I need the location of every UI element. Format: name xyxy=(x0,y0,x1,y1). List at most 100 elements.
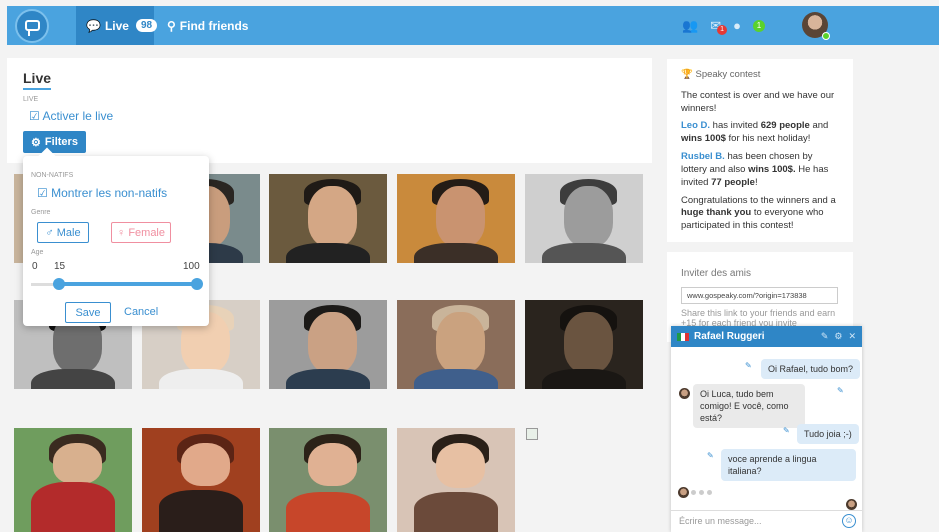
user-photo[interactable] xyxy=(142,428,260,532)
live-title: Live xyxy=(23,70,52,90)
search-icon: ⚲ xyxy=(167,18,176,33)
nav-live-tab[interactable]: 💬 Live 98 xyxy=(76,6,158,45)
globe-icon[interactable]: ● xyxy=(733,18,741,33)
filters-popup: NON-NATIFS ☑ Montrer les non-natifs Genr… xyxy=(23,147,209,326)
nav-find-friends[interactable]: ⚲ Find friends xyxy=(167,6,248,45)
chat-message-input[interactable]: Écrire un message... ☺ xyxy=(671,510,862,532)
mail-badge: 1 xyxy=(717,24,728,35)
top-icons: 👥 ✉ 1 ● 1 xyxy=(682,6,765,45)
close-icon[interactable]: ✕ xyxy=(848,331,856,342)
emoji-icon[interactable]: ☺ xyxy=(842,514,856,528)
winner-1-link[interactable]: Leo D. xyxy=(681,120,710,131)
chat-window: Rafael Ruggeri ✎ ⚙ ✕ ✎ Oi Rafael, tudo b… xyxy=(671,326,862,532)
user-photo[interactable] xyxy=(525,174,643,263)
winner-1-text: Leo D. has invited 629 people and wins 1… xyxy=(681,120,839,146)
friends-icon[interactable]: 👥 xyxy=(682,18,698,34)
male-label: Male xyxy=(56,226,81,239)
winner-2-link[interactable]: Rusbel B. xyxy=(681,151,725,162)
female-label: Female xyxy=(128,226,165,239)
show-non-natives-checkbox[interactable]: ☑ Montrer les non-natifs xyxy=(37,186,167,200)
chat-message: voce aprende a lingua italiana? xyxy=(721,449,856,482)
translate-pencil-icon[interactable]: ✎ xyxy=(745,361,752,370)
mail-icon[interactable]: ✉ 1 xyxy=(710,18,728,35)
live-panel: Live LIVE ☑ Activer le live ⚙ Filters xyxy=(7,58,652,163)
find-friends-label: Find friends xyxy=(179,18,249,33)
bold-text: wins 100$ xyxy=(681,133,726,145)
italy-flag-icon xyxy=(677,332,689,341)
contest-intro: The contest is over and we have our winn… xyxy=(681,89,835,114)
text: Congratulations to the winners and a xyxy=(681,194,836,206)
chat-contact-name: Rafael Ruggeri xyxy=(694,331,765,342)
invite-share-text: Share this link to your friends and earn… xyxy=(681,308,836,328)
broken-image-icon xyxy=(526,428,538,440)
translate-pencil-icon[interactable]: ✎ xyxy=(707,451,714,460)
live-section-label: LIVE xyxy=(23,96,39,103)
contest-panel: 🏆 Speaky contest The contest is over and… xyxy=(667,59,853,242)
age-min-value: 15 xyxy=(54,261,66,272)
typing-indicator xyxy=(691,490,712,495)
user-photo[interactable] xyxy=(269,174,387,263)
contact-avatar xyxy=(679,388,690,399)
filters-button[interactable]: ⚙ Filters xyxy=(23,131,86,153)
user-photo[interactable] xyxy=(397,174,515,263)
female-symbol-icon: ♀ xyxy=(117,226,129,239)
contest-title: 🏆 Speaky contest xyxy=(681,69,839,82)
chat-message: Oi Luca, tudo bem comigo! E você, como e… xyxy=(693,384,805,429)
chat-bubbles-icon: 💬 xyxy=(86,18,101,33)
bold-text: 629 people xyxy=(760,120,810,132)
trophy-icon: 🏆 xyxy=(681,69,693,80)
text: ! xyxy=(754,176,758,188)
non-natives-section-label: NON-NATIFS xyxy=(31,172,74,179)
chat-message: Oi Rafael, tudo bom? xyxy=(761,359,861,380)
female-button[interactable]: ♀ Female xyxy=(111,222,171,243)
speaky-logo-icon[interactable] xyxy=(15,9,49,43)
filters-label: Filters xyxy=(44,136,78,148)
green-badge[interactable]: 1 xyxy=(752,19,765,32)
text: for his next holiday! xyxy=(725,133,811,145)
invite-url-field[interactable]: www.gospeaky.com/?origin=173838 xyxy=(681,287,838,304)
top-bar: 💬 Live 98 ⚲ Find friends 👥 ✉ 1 ● 1 xyxy=(7,6,939,45)
chat-header[interactable]: Rafael Ruggeri ✎ ⚙ ✕ xyxy=(671,326,862,347)
bold-text: wins 100$. xyxy=(748,163,796,175)
user-photo[interactable] xyxy=(269,428,387,532)
user-photo[interactable] xyxy=(14,428,132,532)
male-symbol-icon: ♂ xyxy=(45,226,57,239)
user-photo[interactable] xyxy=(397,300,515,389)
gender-label: Genre xyxy=(31,209,51,216)
user-photo[interactable] xyxy=(397,428,515,532)
activate-live-label: Activer le live xyxy=(42,109,114,123)
user-mini-avatar xyxy=(846,499,857,510)
male-button[interactable]: ♂ Male xyxy=(37,222,89,243)
live-count-badge: 98 xyxy=(135,19,158,32)
bold-text: 77 people xyxy=(711,176,755,188)
age-max-handle[interactable] xyxy=(191,278,203,290)
winner-2-text: Rusbel B. has been chosen by lottery and… xyxy=(681,151,839,189)
chat-message: Tudo joia ;-) xyxy=(797,424,859,445)
translate-pencil-icon[interactable]: ✎ xyxy=(783,426,790,435)
age-scale-min: 0 xyxy=(32,261,38,272)
age-slider-range xyxy=(59,282,197,286)
show-non-natives-label: Montrer les non-natifs xyxy=(51,186,168,200)
pencil-icon[interactable]: ✎ xyxy=(821,331,829,342)
age-min-handle[interactable] xyxy=(53,278,65,290)
online-indicator xyxy=(822,32,830,40)
save-button[interactable]: Save xyxy=(65,302,111,323)
text: and xyxy=(809,120,829,132)
contact-avatar xyxy=(678,487,689,498)
nav-live-label: Live xyxy=(104,18,129,33)
text: has invited xyxy=(710,120,761,132)
gear-icon[interactable]: ⚙ xyxy=(834,331,842,342)
user-avatar[interactable] xyxy=(802,12,830,40)
checkbox-icon: ☑ xyxy=(37,186,48,200)
user-photo[interactable] xyxy=(269,300,387,389)
translate-pencil-icon[interactable]: ✎ xyxy=(837,386,844,395)
user-photo[interactable] xyxy=(525,300,643,389)
invite-title: Inviter des amis xyxy=(681,268,752,279)
age-label: Age xyxy=(31,249,44,256)
contest-outro: Congratulations to the winners and a hug… xyxy=(681,195,839,233)
cancel-button[interactable]: Cancel xyxy=(124,306,158,318)
checkbox-icon: ☑ xyxy=(29,109,40,123)
activate-live-checkbox[interactable]: ☑ Activer le live xyxy=(29,109,113,123)
gear-icon: ⚙ xyxy=(31,136,41,149)
age-max-value: 100 xyxy=(183,261,200,272)
